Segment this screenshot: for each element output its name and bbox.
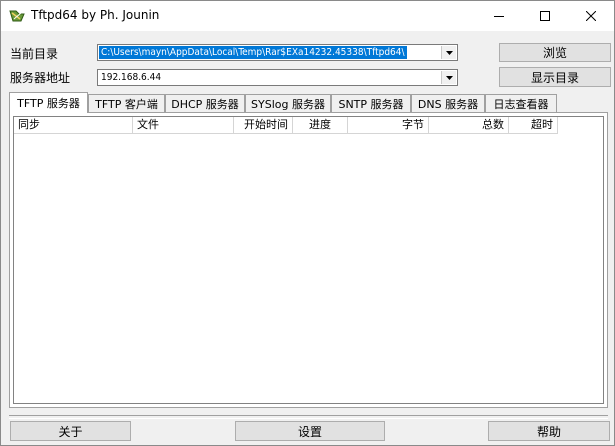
title-bar[interactable]: Tftpd64 by Ph. Jounin xyxy=(1,1,614,31)
window-title: Tftpd64 by Ph. Jounin xyxy=(31,8,160,22)
current-dir-label: 当前目录 xyxy=(10,47,59,61)
current-dir-value[interactable]: C:\Users\mayn\AppData\Local\Temp\Rar$EXa… xyxy=(99,46,407,59)
tab-dns-server[interactable]: DNS 服务器 xyxy=(411,94,485,112)
close-icon xyxy=(586,11,596,21)
footer-divider xyxy=(9,415,608,419)
help-button[interactable]: 帮助 xyxy=(488,421,610,441)
tab-dhcp-server[interactable]: DHCP 服务器 xyxy=(165,94,245,112)
about-button[interactable]: 关于 xyxy=(10,421,131,441)
tab-log-viewer[interactable]: 日志查看器 xyxy=(485,94,557,112)
tftpd-app-icon xyxy=(9,10,25,22)
browse-button[interactable]: 浏览 xyxy=(499,43,611,62)
server-addr-value[interactable]: 192.168.6.44 xyxy=(99,71,163,84)
settings-button[interactable]: 设置 xyxy=(235,421,385,441)
server-addr-label: 服务器地址 xyxy=(10,71,71,85)
app-window: Tftpd64 by Ph. Jounin 当前目录 C:\Users\mayn… xyxy=(0,0,615,446)
server-addr-combo[interactable]: 192.168.6.44 xyxy=(97,69,458,86)
tftp-server-panel: 同步 文件 开始时间 进度 字节 总数 超时 xyxy=(9,112,608,408)
maximize-icon xyxy=(540,11,550,21)
minimize-button[interactable] xyxy=(476,1,522,31)
column-header-bytes[interactable]: 字节 xyxy=(348,117,429,134)
show-dir-button[interactable]: 显示目录 xyxy=(499,67,611,87)
column-header-sync[interactable]: 同步 xyxy=(14,117,133,134)
current-dir-combo[interactable]: C:\Users\mayn\AppData\Local\Temp\Rar$EXa… xyxy=(97,44,458,61)
column-header-total[interactable]: 总数 xyxy=(429,117,509,134)
list-header: 同步 文件 开始时间 进度 字节 总数 超时 xyxy=(14,117,603,134)
tab-tftp-client[interactable]: TFTP 客户端 xyxy=(88,94,165,112)
chevron-down-icon xyxy=(445,50,453,55)
chevron-down-icon xyxy=(445,75,453,80)
close-button[interactable] xyxy=(568,1,614,31)
column-header-progress[interactable]: 进度 xyxy=(293,117,348,134)
tab-tftp-server[interactable]: TFTP 服务器 xyxy=(9,92,88,113)
column-header-start-time[interactable]: 开始时间 xyxy=(234,117,293,134)
column-header-timeout[interactable]: 超时 xyxy=(509,117,558,134)
maximize-button[interactable] xyxy=(522,1,568,31)
tab-syslog-server[interactable]: SYSlog 服务器 xyxy=(245,94,331,112)
current-dir-dropdown-button[interactable] xyxy=(441,46,456,59)
server-addr-dropdown-button[interactable] xyxy=(441,71,456,84)
tab-sntp-server[interactable]: SNTP 服务器 xyxy=(331,94,411,112)
column-header-file[interactable]: 文件 xyxy=(133,117,234,134)
transfer-list[interactable]: 同步 文件 开始时间 进度 字节 总数 超时 xyxy=(13,116,604,404)
minimize-icon xyxy=(494,16,504,17)
